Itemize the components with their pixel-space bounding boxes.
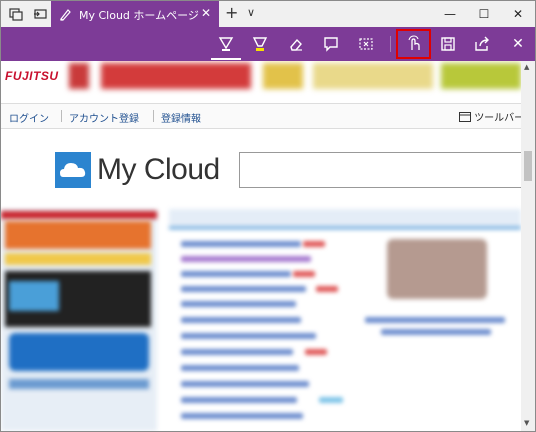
- news-photo[interactable]: [387, 239, 487, 299]
- toolbar-divider: [390, 36, 391, 52]
- tab-preview-icon[interactable]: [9, 7, 23, 21]
- chevron-down-icon[interactable]: ∨: [247, 6, 255, 19]
- search-input[interactable]: [239, 152, 521, 188]
- save-icon[interactable]: [439, 35, 457, 53]
- photo-caption[interactable]: [365, 317, 505, 323]
- scroll-down-icon[interactable]: ▼: [524, 419, 529, 427]
- web-note-toolbar: ✕: [1, 27, 535, 61]
- exit-note-icon[interactable]: ✕: [501, 27, 535, 61]
- banner-ad[interactable]: [263, 63, 303, 89]
- toolbar-link[interactable]: ツールバー: [459, 109, 521, 124]
- news-item[interactable]: [181, 333, 316, 339]
- news-item[interactable]: [181, 365, 299, 371]
- promo-strip: [1, 211, 157, 219]
- add-note-icon[interactable]: [322, 35, 340, 53]
- news-item[interactable]: [181, 397, 297, 403]
- cloud-logo-icon: [55, 152, 91, 188]
- tab-close-icon[interactable]: ✕: [201, 6, 211, 20]
- touch-writing-highlight: [396, 29, 431, 59]
- promo-link[interactable]: [9, 379, 149, 389]
- news-item[interactable]: [181, 301, 296, 307]
- close-window-button[interactable]: ✕: [501, 1, 535, 27]
- page-content: FUJITSU ログイン アカウント登録 登録情報 ツールバー My Cloud: [1, 61, 521, 431]
- promo-image: [9, 281, 59, 311]
- scrollbar-thumb[interactable]: [524, 151, 532, 181]
- photo-caption[interactable]: [381, 329, 491, 335]
- news-item[interactable]: [181, 241, 301, 247]
- news-item[interactable]: [181, 271, 291, 277]
- news-item[interactable]: [181, 256, 311, 262]
- fujitsu-logo[interactable]: FUJITSU: [5, 69, 59, 83]
- news-item[interactable]: [181, 317, 301, 323]
- pen-icon[interactable]: [217, 35, 235, 53]
- toolbar-label: ツールバー: [474, 113, 521, 124]
- news-item[interactable]: [181, 286, 306, 292]
- nav-divider: [153, 110, 154, 122]
- news-item[interactable]: [181, 381, 309, 387]
- scroll-up-icon[interactable]: ▲: [524, 63, 529, 71]
- new-tab-icon[interactable]: +: [225, 3, 238, 22]
- nav-divider: [61, 110, 62, 122]
- news-tabs[interactable]: [169, 209, 521, 229]
- new-badge: [305, 349, 327, 355]
- title-bar: My Cloud ホームページ ✕ + ∨ — ☐ ✕: [1, 1, 535, 27]
- new-badge: [316, 286, 338, 292]
- vertical-scrollbar[interactable]: [521, 61, 535, 431]
- my-cloud-logo[interactable]: My Cloud: [97, 153, 220, 187]
- promo-banner[interactable]: [5, 221, 151, 249]
- promo-banner[interactable]: [5, 253, 151, 265]
- tab-active[interactable]: My Cloud ホームページ ✕: [51, 1, 219, 27]
- new-badge: [293, 271, 315, 277]
- new-badge: [303, 241, 325, 247]
- news-item[interactable]: [181, 349, 293, 355]
- maximize-button[interactable]: ☐: [467, 1, 501, 27]
- set-aside-tabs-icon[interactable]: [33, 7, 47, 21]
- banner-ad[interactable]: [313, 63, 433, 89]
- tab-title: My Cloud ホームページ: [79, 9, 199, 22]
- login-link[interactable]: ログイン: [9, 110, 49, 125]
- new-badge: [319, 397, 343, 403]
- news-item[interactable]: [181, 413, 303, 419]
- clip-icon[interactable]: [357, 35, 375, 53]
- toolbar-icon: [459, 112, 471, 122]
- register-link[interactable]: アカウント登録: [69, 110, 139, 125]
- banner-ad[interactable]: [441, 63, 521, 89]
- edge-window: My Cloud ホームページ ✕ + ∨ — ☐ ✕ ✕ FUJITSU ログ…: [0, 0, 536, 432]
- web-note-icon: [60, 9, 71, 21]
- minimize-button[interactable]: —: [433, 1, 467, 27]
- account-info-link[interactable]: 登録情報: [161, 110, 201, 125]
- highlighter-icon[interactable]: [251, 35, 269, 53]
- banner-ad[interactable]: [69, 63, 89, 89]
- eraser-icon[interactable]: [287, 35, 305, 53]
- promo-button[interactable]: [9, 333, 149, 371]
- banner-ad[interactable]: [101, 63, 251, 89]
- account-nav: ログイン アカウント登録 登録情報 ツールバー: [1, 103, 521, 129]
- pen-selected-indicator: [211, 58, 241, 60]
- share-icon[interactable]: [473, 35, 491, 53]
